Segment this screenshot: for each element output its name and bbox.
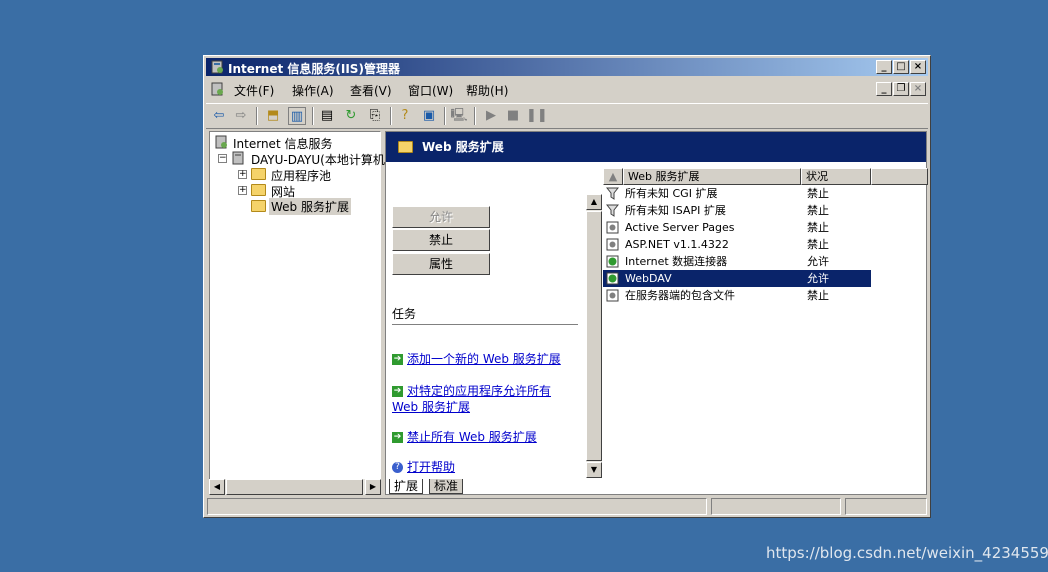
menu-window[interactable]: 窗口(W) [408,82,453,99]
allow-app-extensions-link-line2[interactable]: Web 服务扩展 [392,398,470,415]
menu-file[interactable]: 文件(F) [234,82,274,99]
tree-item-web-service-extensions[interactable]: Web 服务扩展 [269,198,351,215]
tab-extended[interactable]: 扩展 [389,479,424,494]
title-bar[interactable]: Internet 信息服务(IIS)管理器 _ □ × [206,58,928,76]
details-header: Web 服务扩展 [386,132,926,162]
back-icon[interactable]: ⇦ [210,107,228,125]
start-icon[interactable]: ▶ [482,107,500,125]
folder-icon [251,200,266,212]
tree-item-app-pools[interactable]: 应用程序池 [271,167,331,184]
scroll-left-icon[interactable]: ◀ [209,479,225,495]
extension-icon [606,238,619,251]
extension-allowed-icon [606,272,619,285]
help-bubble-icon: ? [392,462,403,473]
iis-app-icon [211,60,223,74]
maximize-button[interactable]: □ [893,60,909,74]
status-bar [207,498,927,515]
task-pad: 允许 禁止 属性 任务 ➔ 添加一个新的 Web 服务扩展 ➔ 对特定的应用程序允许… [386,172,586,482]
details-pane: Web 服务扩展 允许 禁止 属性 任务 ➔ 添加一个新的 Web 服务扩展 ➔ 对… [385,131,928,495]
open-help-link[interactable]: 打开帮助 [407,460,455,474]
mdi-document-icon[interactable] [210,82,224,96]
scroll-thumb[interactable] [226,479,363,495]
iis-root-icon [215,135,227,149]
properties-icon[interactable]: ▤ [318,107,336,125]
sort-indicator-icon[interactable]: ▲ [603,168,623,185]
list-item[interactable]: ASP.NET v1.1.4322 禁止 [603,236,871,253]
list-item[interactable]: 所有未知 ISAPI 扩展 禁止 [603,202,871,219]
watermark: https://blog.csdn.net/weixin_42345596 [766,544,1048,562]
stop-icon[interactable]: ■ [504,107,522,125]
extensions-list: ▲ Web 服务扩展 状况 所有未知 CGI 扩展 禁止 所有未知 ISAPI … [603,168,928,480]
tree-collapse-server[interactable]: − [218,154,227,163]
console-tree: Internet 信息服务 − DAYU-DAYU(本地计算机) + 应用程序池… [209,131,390,493]
tree-expand-app-pools[interactable]: + [238,170,247,179]
prohibit-button[interactable]: 禁止 [392,229,490,251]
folder-icon [251,184,266,196]
server-icon [232,151,244,165]
scroll-up-icon[interactable]: ▲ [586,194,602,210]
tree-item-server[interactable]: DAYU-DAYU(本地计算机) [251,151,390,168]
refresh-icon[interactable]: ↻ [342,107,360,125]
iis-manager-window: Internet 信息服务(IIS)管理器 _ □ × 文件(F) 操作(A) … [203,55,931,518]
window-title: Internet 信息服务(IIS)管理器 [228,62,400,76]
scroll-right-icon[interactable]: ▶ [365,479,381,495]
task-vertical-scrollbar[interactable]: ▲ ▼ [586,194,602,478]
details-header-title: Web 服务扩展 [422,140,504,154]
mdi-close-button[interactable]: × [910,82,926,96]
console-tree-icon[interactable]: ▣ [420,107,438,125]
tree-expand-websites[interactable]: + [238,186,247,195]
task-arrow-icon: ➔ [392,354,403,365]
menu-bar: 文件(F) 操作(A) 查看(V) 窗口(W) 帮助(H) _ ❐ × [206,78,928,100]
pause-icon[interactable]: ❚❚ [526,107,548,125]
prohibit-all-link[interactable]: 禁止所有 Web 服务扩展 [407,430,537,444]
toolbar: ⇦ ⇨ ⬒ ▥ ▤ ↻ ⎘ ? ▣ 🖳 ▶ ■ ❚❚ [206,103,928,129]
scroll-down-icon[interactable]: ▼ [586,462,602,478]
column-header-status[interactable]: 状况 [801,168,871,185]
folder-icon [398,141,413,153]
column-header-name[interactable]: Web 服务扩展 [623,168,801,185]
folder-icon [251,168,266,180]
menu-action[interactable]: 操作(A) [292,82,334,99]
list-item-selected[interactable]: WebDAV 允许 [603,270,871,287]
mdi-minimize-button[interactable]: _ [876,82,892,96]
mdi-restore-button[interactable]: ❐ [893,82,909,96]
column-header-empty [871,168,928,185]
menu-view[interactable]: 查看(V) [350,82,392,99]
status-panel-main [207,498,707,515]
task-arrow-icon: ➔ [392,432,403,443]
tree-item-iis-root[interactable]: Internet 信息服务 [233,135,332,152]
menu-help[interactable]: 帮助(H) [466,82,508,99]
show-hide-tree-icon[interactable]: ▥ [288,107,306,125]
status-panel-3 [845,498,927,515]
tasks-title: 任务 [392,307,417,321]
list-item[interactable]: 所有未知 CGI 扩展 禁止 [603,185,871,202]
status-panel-2 [711,498,841,515]
task-arrow-icon: ➔ [392,386,403,397]
extension-icon [606,221,619,234]
close-button[interactable]: × [910,60,926,74]
extension-icon [606,289,619,302]
forward-icon[interactable]: ⇨ [232,107,250,125]
list-item[interactable]: Active Server Pages 禁止 [603,219,871,236]
properties-button[interactable]: 属性 [392,253,490,275]
minimize-button[interactable]: _ [876,60,892,74]
extension-allowed-icon [606,255,619,268]
allow-button[interactable]: 允许 [392,206,490,228]
view-tabs: 扩展 标准 [385,479,927,495]
filter-icon [606,187,619,200]
list-item[interactable]: Internet 数据连接器 允许 [603,253,871,270]
allow-app-extensions-link-line1[interactable]: 对特定的应用程序允许所有 [407,384,551,398]
help-icon[interactable]: ? [396,107,414,125]
export-list-icon[interactable]: ⎘ [366,107,384,125]
tree-horizontal-scrollbar[interactable]: ◀ ▶ [209,479,381,495]
scroll-thumb[interactable] [586,211,602,461]
tab-standard[interactable]: 标准 [429,479,464,494]
computer-icon[interactable]: 🖳 [450,107,468,125]
add-extension-link[interactable]: 添加一个新的 Web 服务扩展 [407,352,561,366]
list-item[interactable]: 在服务器端的包含文件 禁止 [603,287,871,304]
up-folder-icon[interactable]: ⬒ [264,107,282,125]
filter-icon [606,204,619,217]
